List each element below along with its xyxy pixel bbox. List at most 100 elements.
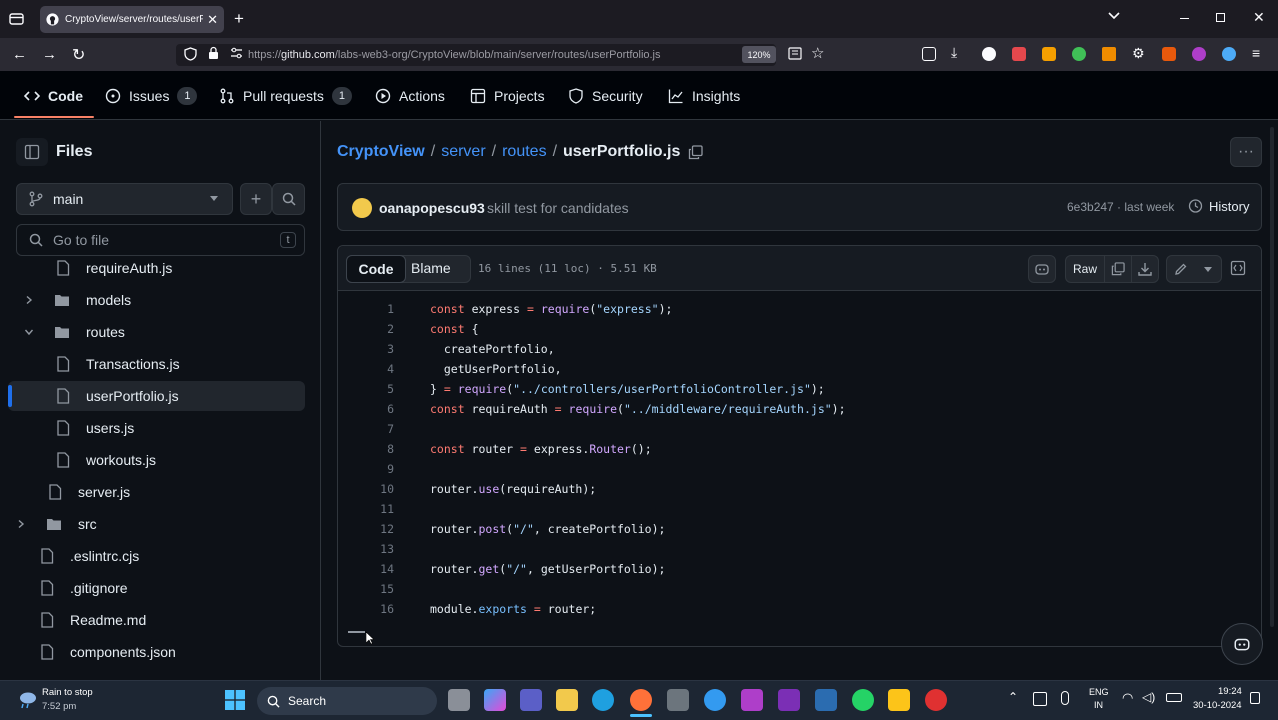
camera-icon[interactable] [667,689,689,711]
copy-path-icon[interactable] [688,144,704,160]
more-options-button[interactable]: ··· [1230,137,1262,167]
minimize-icon[interactable] [1180,18,1189,19]
notification-bell-icon[interactable] [1250,692,1260,704]
language-indicator[interactable]: ENG [1089,687,1109,697]
vertical-scrollbar[interactable] [1270,127,1274,627]
menu-hamburger-icon[interactable]: ≡ [1252,45,1260,61]
tree-file[interactable]: Transactions.js [56,349,180,379]
tracking-shield-icon[interactable] [184,47,197,61]
tree-file[interactable]: components.json [40,637,176,667]
extension-red-icon[interactable] [1012,47,1026,61]
commit-message[interactable]: skill test for candidates [487,200,629,216]
forward-icon[interactable]: → [42,46,57,63]
snipping-tool-icon[interactable] [741,689,763,711]
firefox-icon[interactable] [630,689,652,711]
url-field[interactable]: https://github.com/labs-web3-org/CryptoV… [176,44,776,66]
extension-orange-icon[interactable] [1102,47,1116,61]
copilot-chat-button[interactable] [1221,623,1263,665]
zoom-level-badge[interactable]: 120% [742,46,776,63]
tree-folder[interactable]: src [16,509,97,539]
tree-file[interactable]: Readme.md [40,605,146,635]
caret-down-icon[interactable] [1204,266,1212,272]
tab-projects[interactable]: Projects [470,71,545,120]
file-explorer-icon[interactable] [556,689,578,711]
sticky-notes-icon[interactable] [888,689,910,711]
taskbar-search[interactable]: Search [257,687,437,715]
avatar[interactable] [352,198,372,218]
restore-icon[interactable] [1216,13,1225,22]
tree-file[interactable]: requireAuth.js [56,255,172,283]
raw-button[interactable]: Raw [1065,255,1105,283]
wifi-icon[interactable]: ◠ [1122,690,1133,706]
branch-select[interactable]: main [16,183,233,215]
search-files-button[interactable] [272,183,305,215]
copilot-button[interactable] [1028,255,1056,283]
volume-icon[interactable]: ◁) [1142,690,1155,704]
battery-icon[interactable] [1166,693,1182,702]
metamask-icon[interactable] [1042,47,1056,61]
chevron-right-icon[interactable] [24,295,34,305]
reload-icon[interactable]: ↻ [72,45,85,65]
copilot-taskbar-icon[interactable] [484,689,506,711]
reader-view-icon[interactable] [788,47,802,60]
tree-folder[interactable]: models [24,285,131,315]
window-close-icon[interactable]: ✕ [1253,9,1265,26]
bookmark-star-icon[interactable]: ☆ [811,44,824,62]
tree-file[interactable]: users.js [56,413,134,443]
github-extension-icon[interactable] [982,47,996,61]
new-tab-icon[interactable]: + [234,9,244,29]
task-view-icon[interactable] [448,689,470,711]
windows-start-icon[interactable] [225,690,245,710]
browser-tab[interactable]: CryptoView/server/routes/userP ✕ [40,6,224,33]
code-view-tab[interactable]: Code [346,255,406,283]
collapse-sidebar-button[interactable] [16,138,48,166]
tree-folder[interactable]: routes [24,317,125,347]
edge-icon[interactable] [592,689,614,711]
breadcrumb-dir-link[interactable]: routes [502,143,546,161]
safari-icon[interactable] [704,689,726,711]
edit-file-button[interactable] [1166,255,1222,283]
back-icon[interactable]: ← [12,46,27,63]
history-button[interactable]: History [1187,198,1249,214]
go-to-file-input[interactable]: Go to file t [16,224,305,256]
pocket-icon[interactable] [922,47,936,61]
tab-issues[interactable]: Issues 1 [105,71,198,120]
breadcrumb-repo-link[interactable]: CryptoView [337,143,425,161]
tree-file[interactable]: userPortfolio.js [56,381,179,411]
mail-icon[interactable] [815,689,837,711]
copy-raw-button[interactable] [1104,255,1132,283]
chevron-up-icon[interactable]: ⌃ [1008,690,1018,704]
download-raw-button[interactable] [1131,255,1159,283]
tab-code[interactable]: Code [24,71,83,120]
tab-pull-requests[interactable]: Pull requests 1 [219,71,352,120]
blame-view-tab[interactable]: Blame [411,260,451,276]
tab-close-icon[interactable]: ✕ [207,12,218,28]
tree-file[interactable]: .gitignore [40,573,128,603]
tab-actions[interactable]: Actions [375,71,445,120]
whatsapp-icon[interactable] [852,689,874,711]
tree-file[interactable]: server.js [48,477,130,507]
extension-green-icon[interactable] [1072,47,1086,61]
extension-purple-icon[interactable] [1192,47,1206,61]
permissions-icon[interactable] [230,47,243,59]
add-file-button[interactable]: + [240,183,272,215]
chevron-down-icon[interactable] [1108,11,1120,21]
tree-file[interactable]: workouts.js [56,445,156,475]
tray-app-icon[interactable] [1033,692,1047,706]
horizontal-scrollbar[interactable] [348,631,365,633]
teams-icon[interactable] [520,689,542,711]
weather-text[interactable]: Rain to stop [42,687,93,698]
extension-shapes-icon[interactable] [1162,47,1176,61]
tab-insights[interactable]: Insights [668,71,740,120]
tab-security[interactable]: Security [568,71,643,120]
extensions-puzzle-icon[interactable]: ⚙ [1132,45,1145,62]
chevron-down-icon[interactable] [24,327,34,337]
onenote-icon[interactable] [778,689,800,711]
tab-list-icon[interactable] [9,12,24,26]
microphone-icon[interactable] [1061,691,1069,705]
clock-time[interactable]: 19:24 [1218,686,1242,697]
tree-file[interactable]: .eslintrc.cjs [40,541,139,571]
chevron-right-icon[interactable] [16,519,26,529]
opera-icon[interactable] [925,689,947,711]
commit-author[interactable]: oanapopescu93 [379,200,485,216]
